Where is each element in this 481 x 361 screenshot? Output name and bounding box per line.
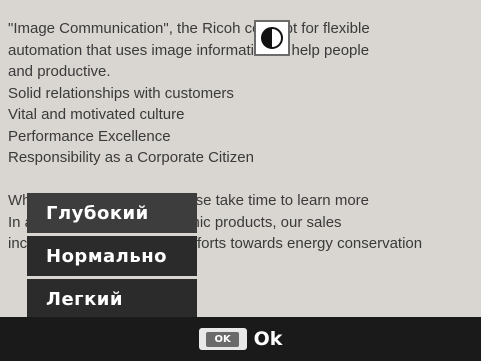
preview-line: Solid relationships with customers [8,84,234,102]
preview-line: Performance Excellence [8,127,171,145]
menu-item-deep[interactable]: Глубокий [27,193,197,233]
preview-line: and productive. [8,63,111,80]
preview-line: "Image Communication", the Ricoh concept… [8,20,370,37]
preview-line: Responsibility as a Corporate Citizen [8,149,254,166]
menu-item-light[interactable]: Легкий [27,279,197,319]
preview-line [8,169,478,191]
menu-item-normal[interactable]: Нормально [27,236,197,276]
ok-label: Ok [253,328,283,350]
sharpness-menu: Глубокий Нормально Легкий [27,193,197,319]
preview-line: Vital and motivated culture [8,106,185,123]
contrast-icon-glyph [261,27,283,49]
preview-line: automation that uses image information t… [8,41,370,59]
ok-badge-label: OK [206,331,239,347]
menu-item-label: Нормально [46,245,168,267]
menu-item-label: Легкий [46,288,124,310]
camera-lcd-screen: "Image Communication", the Ricoh concept… [0,0,481,361]
contrast-icon [254,20,290,56]
menu-item-label: Глубокий [46,202,149,224]
ok-button-icon[interactable]: OK [198,328,247,350]
footer-bar: OK Ok [0,317,481,361]
